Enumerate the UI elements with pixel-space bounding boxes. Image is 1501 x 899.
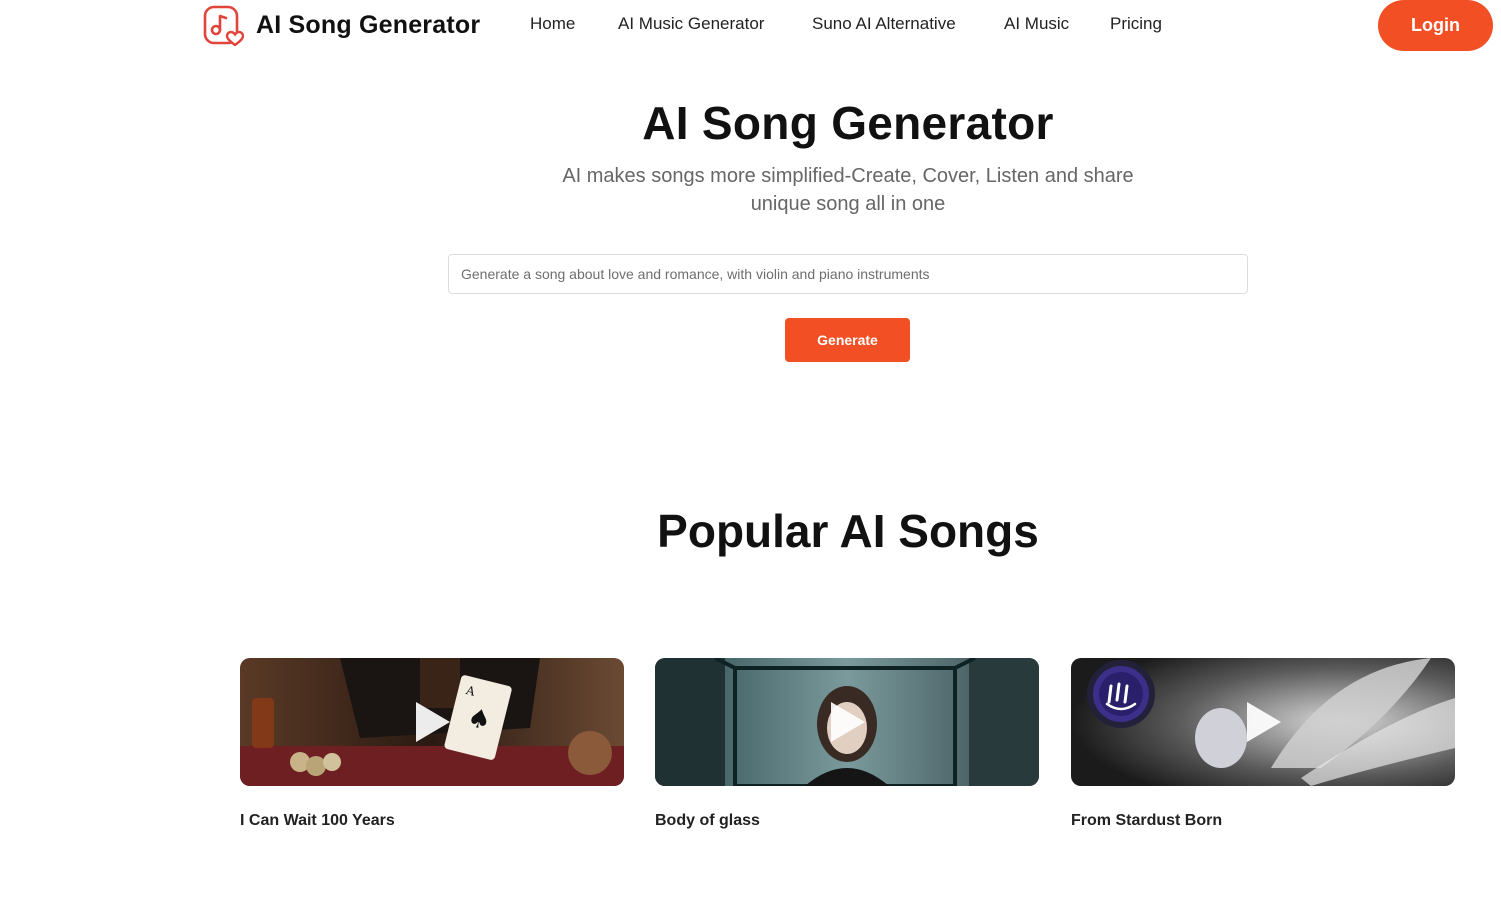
page-title: AI Song Generator [642, 97, 1054, 149]
main-nav: Home AI Music Generator Suno AI Alternat… [530, 14, 1190, 34]
nav-suno-ai-alternative[interactable]: Suno AI Alternative [812, 14, 1004, 34]
song-thumbnail[interactable] [655, 658, 1039, 786]
logo-text: AI Song Generator [256, 10, 481, 39]
song-title[interactable]: From Stardust Born [1071, 812, 1455, 830]
song-thumbnail[interactable]: A ♠ [240, 658, 624, 786]
site-header: AI Song Generator Home AI Music Generato… [0, 0, 1501, 52]
song-title[interactable]: Body of glass [655, 812, 1039, 830]
song-card[interactable]: Body of glass [655, 658, 1039, 830]
song-card[interactable]: From Stardust Born [1071, 658, 1455, 830]
logo[interactable]: AI Song Generator [202, 4, 480, 46]
nav-pricing[interactable]: Pricing [1110, 14, 1190, 34]
login-button[interactable]: Login [1378, 0, 1493, 51]
play-icon[interactable] [1241, 700, 1285, 744]
song-card[interactable]: A ♠ I Can Wait 100 Years [240, 658, 624, 830]
play-icon[interactable] [825, 700, 869, 744]
nav-home[interactable]: Home [530, 14, 618, 34]
hero-subtitle: AI makes songs more simplified-Create, C… [562, 165, 1134, 215]
song-thumbnail[interactable] [1071, 658, 1455, 786]
nav-ai-music[interactable]: AI Music [1004, 14, 1110, 34]
play-icon[interactable] [410, 700, 454, 744]
song-prompt-input[interactable] [448, 254, 1248, 294]
popular-songs-title: Popular AI Songs [657, 505, 1039, 557]
generate-button[interactable]: Generate [785, 318, 910, 362]
song-title[interactable]: I Can Wait 100 Years [240, 812, 624, 830]
nav-ai-music-generator[interactable]: AI Music Generator [618, 14, 812, 34]
music-note-heart-icon [203, 5, 244, 46]
